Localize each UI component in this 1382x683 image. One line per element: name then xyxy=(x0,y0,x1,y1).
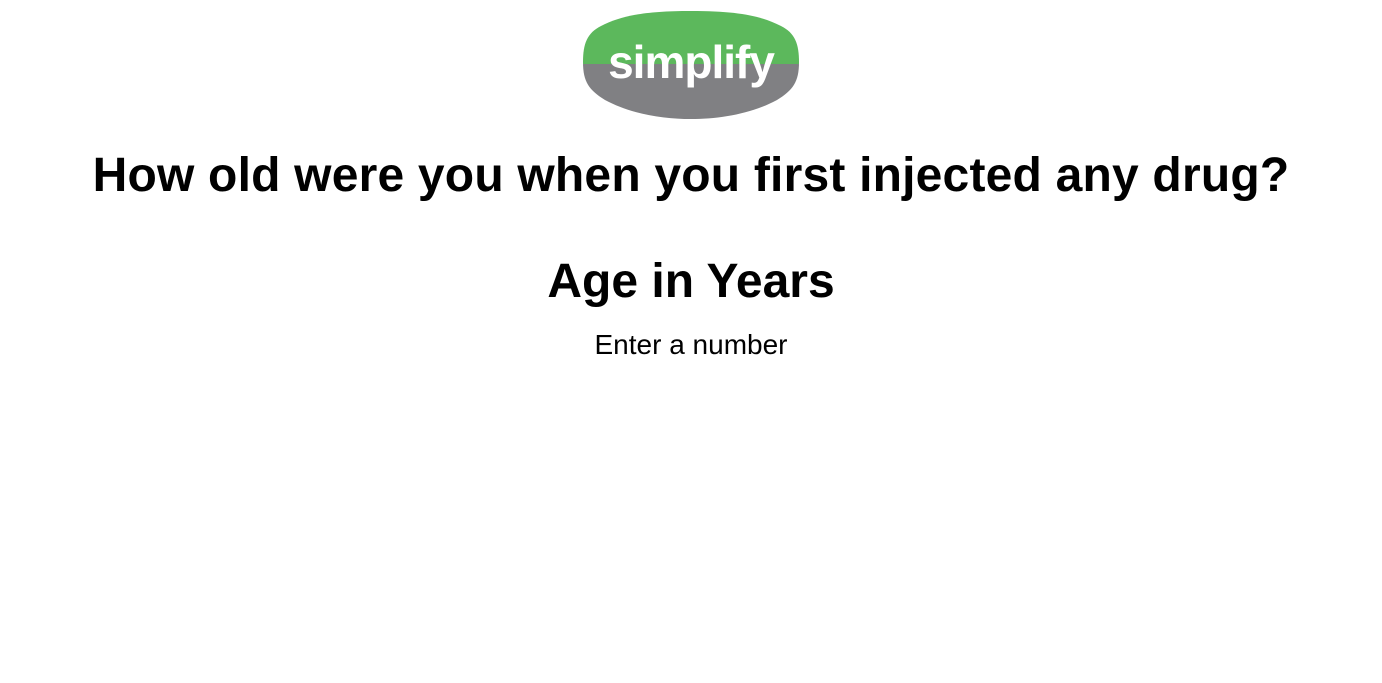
age-number-input[interactable] xyxy=(491,326,891,364)
answer-unit-label: Age in Years xyxy=(547,255,835,308)
question-heading: How old were you when you first injected… xyxy=(92,149,1290,202)
simplify-logo: simplify xyxy=(583,10,799,120)
logo-wordmark: simplify xyxy=(608,36,775,88)
simplify-logo-graphic: simplify xyxy=(583,11,799,119)
